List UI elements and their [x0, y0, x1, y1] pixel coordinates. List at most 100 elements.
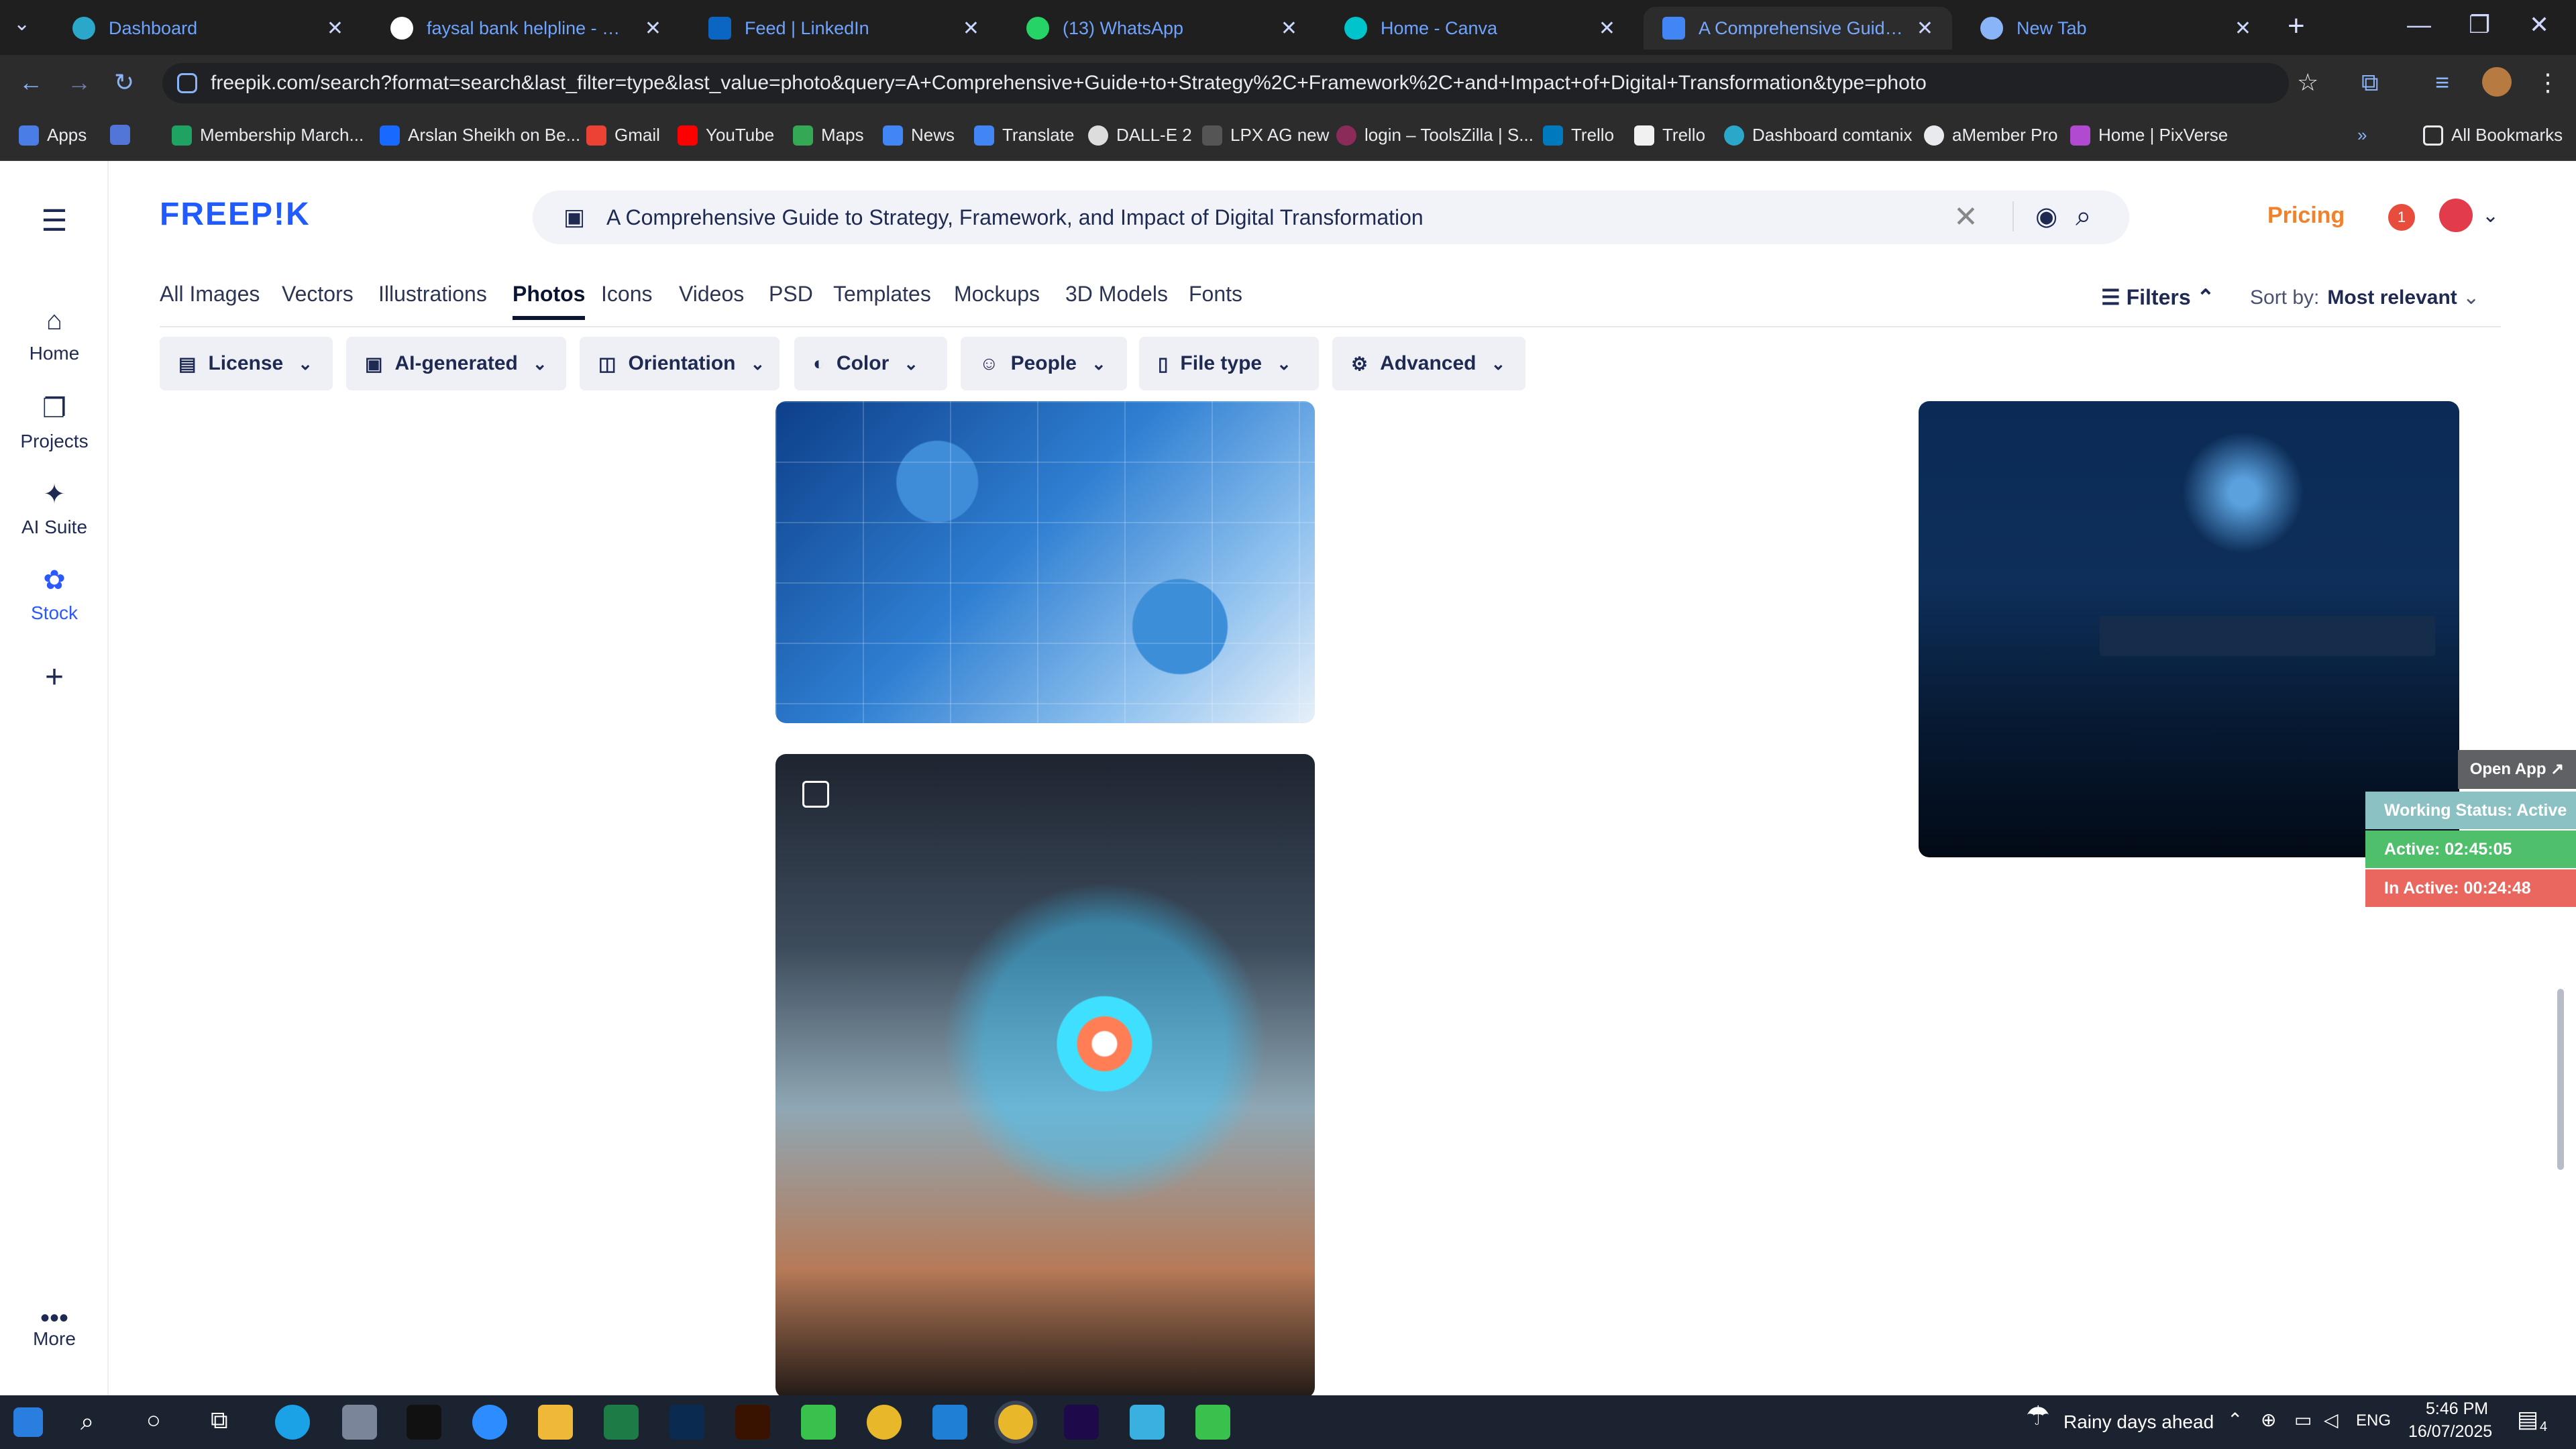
close-tab-icon[interactable]: ✕ — [327, 17, 343, 40]
close-tab-icon[interactable]: ✕ — [1599, 17, 1615, 40]
filter-advanced[interactable]: ⚙ Advanced ⌄ — [1332, 337, 1525, 390]
tab-whatsapp[interactable]: (13) WhatsApp ✕ — [1008, 7, 1316, 50]
tab-vectors[interactable]: Vectors — [282, 282, 354, 307]
extensions-icon[interactable]: ⧉ — [2361, 68, 2379, 97]
bookmark-apps[interactable]: Apps — [19, 125, 87, 146]
filter-people[interactable]: ☺ People ⌄ — [961, 337, 1127, 390]
bookmark-amember[interactable]: aMember Pro — [1924, 125, 2058, 146]
bookmark-toolszilla[interactable]: login – ToolsZilla | S... — [1336, 125, 1534, 146]
restore-icon[interactable]: ❐ — [2469, 11, 2490, 39]
profile-avatar-icon[interactable] — [2482, 67, 2512, 97]
rail-stock[interactable]: ✿ Stock — [0, 565, 109, 624]
bookmark-gmail[interactable]: Gmail — [586, 125, 660, 146]
tab-freepik-search[interactable]: A Comprehensive Guide to Stra ✕ — [1644, 7, 1952, 50]
windows-start-icon[interactable] — [13, 1407, 43, 1437]
user-avatar[interactable] — [2439, 199, 2473, 232]
chevron-down-icon[interactable]: ⌄ — [2482, 204, 2499, 227]
chrome-menu-icon[interactable]: ⋮ — [2536, 68, 2560, 97]
illustrator-icon[interactable] — [735, 1405, 770, 1440]
open-app-button[interactable]: Open App ↗ — [2458, 750, 2576, 789]
tray-chevron-icon[interactable]: ⌃ — [2227, 1409, 2243, 1431]
bookmark-translate[interactable]: Translate — [974, 125, 1074, 146]
clear-search-icon[interactable]: ✕ — [1953, 200, 1978, 234]
url-bar[interactable]: freepik.com/search?format=search&last_fi… — [162, 63, 2289, 103]
filter-orientation[interactable]: ◫ Orientation ⌄ — [580, 337, 780, 390]
file-explorer-icon[interactable] — [538, 1405, 573, 1440]
zoom-icon[interactable] — [472, 1405, 507, 1440]
task-view-icon[interactable]: ⧉ — [211, 1406, 228, 1435]
search-input[interactable] — [606, 199, 1881, 236]
volume-icon[interactable]: ◁ — [2324, 1409, 2339, 1431]
new-tab-plus-icon[interactable]: + — [2288, 9, 2305, 43]
taskbar-search-icon[interactable]: ⌕ — [80, 1407, 94, 1436]
result-image-digital-dashboard[interactable] — [775, 401, 1315, 723]
premiere-icon[interactable] — [1064, 1405, 1099, 1440]
bookmarks-overflow-icon[interactable]: » — [2357, 125, 2367, 146]
pricing-link[interactable]: Pricing — [2267, 203, 2345, 229]
menu-hamburger-icon[interactable]: ☰ — [0, 204, 109, 238]
result-image-digital-hub-office[interactable] — [775, 754, 1315, 1398]
rail-projects[interactable]: ❐ Projects — [0, 393, 109, 452]
close-tab-icon[interactable]: ✕ — [2235, 17, 2251, 40]
camera-search-icon[interactable]: ◉ — [2012, 201, 2057, 231]
tab-linkedin[interactable]: Feed | LinkedIn ✕ — [690, 7, 998, 50]
weather-text[interactable]: Rainy days ahead — [2063, 1411, 2214, 1433]
excel-icon[interactable] — [604, 1405, 639, 1440]
tab-photos[interactable]: Photos — [513, 282, 586, 320]
bookmark-lpx[interactable]: LPX AG new — [1202, 125, 1329, 146]
tab-illustrations[interactable]: Illustrations — [378, 282, 487, 307]
tab-videos[interactable]: Videos — [679, 282, 744, 307]
reload-icon[interactable]: ↻ — [114, 68, 134, 97]
clock-date[interactable]: 16/07/2025 — [2408, 1422, 2492, 1442]
close-tab-icon[interactable]: ✕ — [1917, 17, 1933, 40]
terminal-icon[interactable] — [407, 1405, 441, 1440]
notification-center-icon[interactable]: ▤ — [2517, 1406, 2538, 1433]
bookmark-comtanix[interactable]: Dashboard comtanix — [1724, 125, 1912, 146]
image-search-icon[interactable]: ▣ — [564, 204, 585, 231]
close-tab-icon[interactable]: ✕ — [963, 17, 979, 40]
close-tab-icon[interactable]: ✕ — [645, 17, 661, 40]
tab-fonts[interactable]: Fonts — [1189, 282, 1242, 307]
tab-mockups[interactable]: Mockups — [954, 282, 1040, 307]
back-arrow-icon[interactable]: ← — [19, 68, 43, 97]
filter-file-type[interactable]: ▯ File type ⌄ — [1139, 337, 1319, 390]
close-tab-icon[interactable]: ✕ — [1281, 17, 1297, 40]
bookmark-news[interactable]: News — [883, 125, 955, 146]
language-indicator[interactable]: ENG — [2356, 1411, 2391, 1430]
tab-icons[interactable]: Icons — [601, 282, 652, 307]
filters-toggle[interactable]: ☰ Filters ⌃ — [2101, 284, 2214, 310]
sort-dropdown[interactable]: Sort by: Most relevant ⌄ — [2250, 286, 2479, 309]
tab-dashboard[interactable]: Dashboard ✕ — [54, 7, 362, 50]
search-icon[interactable]: ⌕ — [2076, 200, 2092, 233]
close-window-icon[interactable]: ✕ — [2529, 11, 2549, 39]
clock-time[interactable]: 5:46 PM — [2426, 1399, 2488, 1419]
result-image-business-meeting[interactable] — [1919, 401, 2459, 857]
bookmark-membership[interactable]: Membership March... — [172, 125, 364, 146]
bookmark-trello-1[interactable]: Trello — [1543, 125, 1614, 146]
filter-color[interactable]: ◐ Color ⌄ — [794, 337, 947, 390]
tab-google[interactable]: faysal bank helpline - Google S ✕ — [372, 7, 680, 50]
bookmark-behance[interactable]: Arslan Sheikh on Be... — [380, 125, 580, 146]
rail-home[interactable]: ⌂ Home — [0, 306, 109, 364]
pen-app-icon[interactable] — [342, 1405, 377, 1440]
app-blue-icon[interactable] — [1130, 1405, 1165, 1440]
page-scrollbar[interactable] — [2557, 989, 2564, 1170]
rail-ai-suite[interactable]: ✦ AI Suite — [0, 479, 109, 538]
tab-psd[interactable]: PSD — [769, 282, 813, 307]
filter-ai-generated[interactable]: ▣ AI-generated ⌄ — [346, 337, 566, 390]
forward-arrow-icon[interactable]: → — [67, 68, 91, 97]
app-green-2-icon[interactable] — [1195, 1405, 1230, 1440]
bookmark-maps[interactable]: Maps — [793, 125, 864, 146]
all-bookmarks[interactable]: All Bookmarks — [2423, 125, 2563, 146]
chrome-active-icon[interactable] — [998, 1405, 1033, 1440]
rail-more[interactable]: ••• More — [0, 1305, 109, 1350]
bookmark-trello-2[interactable]: Trello — [1634, 125, 1705, 146]
freepik-logo[interactable]: FREEP!K — [160, 196, 311, 233]
tab-canva[interactable]: Home - Canva ✕ — [1326, 7, 1634, 50]
bookmark-pixverse[interactable]: Home | PixVerse — [2070, 125, 2228, 146]
bookmark-grid[interactable] — [110, 125, 138, 145]
chrome-icon[interactable] — [867, 1405, 902, 1440]
tab-all-images[interactable]: All Images — [160, 282, 260, 307]
cortana-icon[interactable]: ○ — [146, 1406, 161, 1434]
tab-templates[interactable]: Templates — [833, 282, 931, 307]
